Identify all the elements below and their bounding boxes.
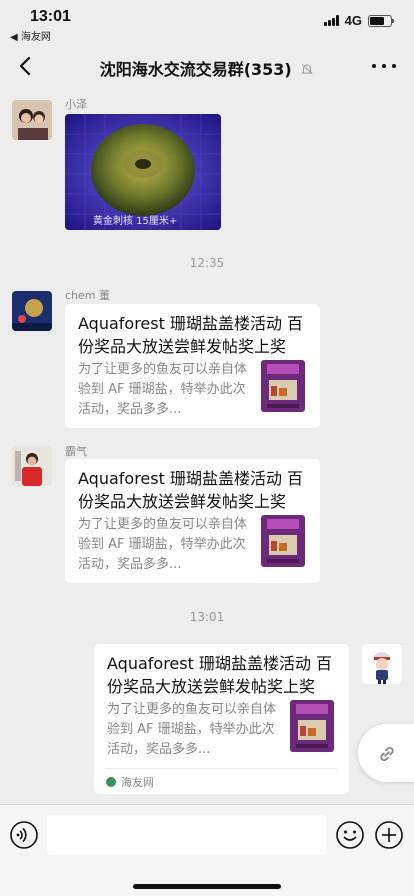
- floating-link-button[interactable]: [358, 724, 414, 782]
- photo-caption: 黄金刺核 15厘米+: [93, 216, 178, 227]
- plus-icon[interactable]: [374, 820, 404, 850]
- message-input[interactable]: [47, 815, 326, 855]
- coral-photo[interactable]: 黄金刺核 15厘米+: [65, 114, 221, 230]
- sender-name: 霸气: [65, 445, 87, 458]
- back-to-app-link[interactable]: ◀ 海友网: [10, 28, 51, 43]
- voice-icon[interactable]: [9, 820, 39, 850]
- link-card-description: 为了让更多的鱼友可以亲自体验到 AF 珊瑚盐，特举办此次活动，奖品多多...: [78, 362, 248, 417]
- message-time: 13:01: [189, 610, 225, 624]
- product-thumbnail: [290, 700, 334, 752]
- message-time: 12:35: [189, 256, 225, 270]
- sender-name: chem 董: [65, 289, 110, 302]
- status-time: 13:01: [30, 8, 71, 25]
- chat-header: 沈阳海水交流交易群(353): [0, 44, 414, 88]
- link-card-title: Aquaforest 珊瑚盐盖楼活动 百份奖品大放送尝鲜发帖奖上奖: [78, 469, 304, 511]
- chat-title: 沈阳海水交流交易群(353): [60, 56, 354, 80]
- card-divider: [106, 768, 337, 769]
- more-dots-icon[interactable]: [372, 56, 396, 76]
- avatar-self[interactable]: [362, 644, 402, 684]
- avatar[interactable]: [12, 446, 52, 486]
- product-thumbnail: [261, 515, 305, 567]
- status-indicators: 4G: [323, 13, 394, 28]
- link-card-title: Aquaforest 珊瑚盐盖楼活动 百份奖品大放送尝鲜发帖奖上奖: [107, 654, 333, 696]
- source-logo-icon: [106, 777, 116, 787]
- link-card[interactable]: Aquaforest 珊瑚盐盖楼活动 百份奖品大放送尝鲜发帖奖上奖 为了让更多的…: [65, 304, 320, 428]
- signal-icon: [323, 15, 339, 26]
- status-bar: 13:01 ◀ 海友网 4G: [0, 0, 414, 44]
- home-indicator[interactable]: [133, 884, 281, 889]
- chat-title-text: 沈阳海水交流交易群(353): [99, 60, 292, 79]
- emoji-icon[interactable]: [335, 820, 365, 850]
- avatar[interactable]: [12, 100, 52, 140]
- link-source: 海友网: [106, 774, 154, 790]
- product-thumbnail: [261, 360, 305, 412]
- sender-name: 小泽: [65, 98, 87, 111]
- link-card[interactable]: Aquaforest 珊瑚盐盖楼活动 百份奖品大放送尝鲜发帖奖上奖 为了让更多的…: [94, 644, 349, 794]
- chevron-left-icon[interactable]: [14, 54, 38, 78]
- network-label: 4G: [344, 13, 362, 28]
- link-card-description: 为了让更多的鱼友可以亲自体验到 AF 珊瑚盐，特举办此次活动，奖品多多...: [78, 517, 248, 572]
- link-card[interactable]: Aquaforest 珊瑚盐盖楼活动 百份奖品大放送尝鲜发帖奖上奖 为了让更多的…: [65, 459, 320, 583]
- link-card-title: Aquaforest 珊瑚盐盖楼活动 百份奖品大放送尝鲜发帖奖上奖: [78, 314, 304, 356]
- message-list[interactable]: 小泽 黄金刺核 15厘米+ 12:35 chem 董 Aquaforest 珊瑚…: [0, 88, 414, 804]
- avatar[interactable]: [12, 291, 52, 331]
- link-source-name: 海友网: [121, 776, 154, 789]
- bell-off-icon: [301, 64, 314, 74]
- link-icon: [380, 746, 394, 762]
- link-card-description: 为了让更多的鱼友可以亲自体验到 AF 珊瑚盐，特举办此次活动，奖品多多...: [107, 702, 277, 757]
- input-bar: [0, 804, 414, 896]
- battery-icon: [368, 14, 394, 27]
